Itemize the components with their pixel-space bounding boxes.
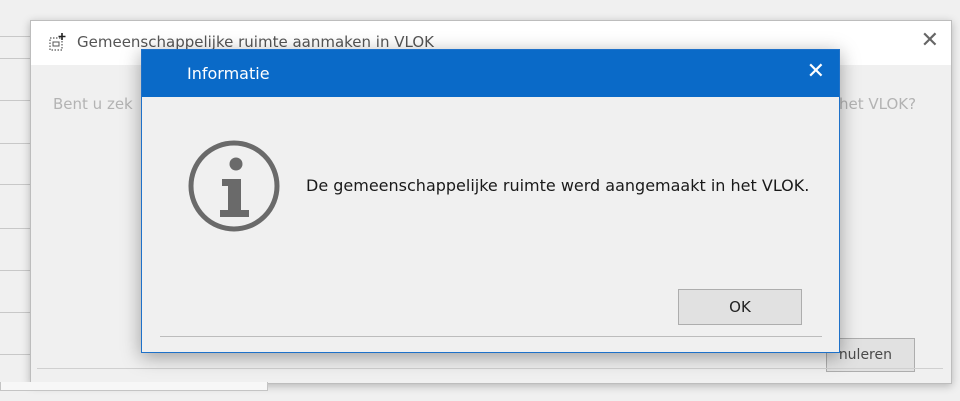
close-icon[interactable]: ✕ [807,60,825,84]
close-icon[interactable]: ✕ [921,29,939,53]
info-icon [188,140,280,232]
confirmation-question-right: het VLOK? [839,95,917,113]
info-dialog-title: Informatie [187,64,270,83]
divider [160,336,822,337]
info-message: De gemeenschappelijke ruimte werd aangem… [306,176,810,195]
information-dialog: Informatie ✕ De gemeenschappelijke ruimt… [141,49,840,353]
ok-button[interactable]: OK [678,289,802,325]
new-item-icon [49,33,66,51]
info-titlebar: Informatie ✕ [142,50,839,97]
confirmation-question-left: Bent u zek [53,95,133,113]
divider [37,368,943,369]
background-field [0,382,268,391]
